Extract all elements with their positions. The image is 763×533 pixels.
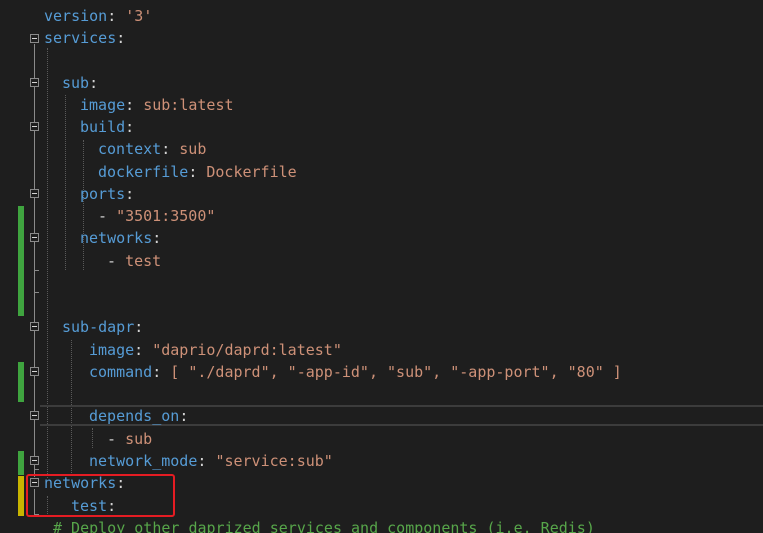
yaml-value: "daprio/daprd:latest" bbox=[152, 341, 342, 359]
yaml-value: [ "./daprd", "-app-id", "sub", "-app-por… bbox=[170, 363, 622, 381]
yaml-sep: : bbox=[161, 140, 180, 158]
yaml-sep: : bbox=[107, 7, 126, 25]
code-editor[interactable]: version: '3' services: sub: image: sub:l… bbox=[0, 0, 763, 533]
yaml-key: version bbox=[44, 7, 108, 25]
yaml-value: '3' bbox=[125, 7, 153, 25]
fold-toggle-command[interactable] bbox=[30, 367, 39, 376]
yaml-sep: : bbox=[197, 452, 216, 470]
yaml-value: Dockerfile bbox=[206, 163, 297, 181]
yaml-key: image bbox=[80, 96, 126, 114]
yaml-value: sub bbox=[179, 140, 207, 158]
indent-guide bbox=[65, 95, 66, 270]
fold-toggle-sub-dapr[interactable] bbox=[30, 322, 39, 331]
yaml-sep: : bbox=[152, 229, 162, 247]
code-line[interactable]: dockerfile: Dockerfile bbox=[98, 161, 297, 183]
yaml-sep: : bbox=[134, 318, 144, 336]
code-line[interactable]: sub: bbox=[62, 72, 98, 94]
fold-toggle-services[interactable] bbox=[30, 34, 39, 43]
yaml-key: depends_on bbox=[89, 407, 180, 425]
indent-guide bbox=[83, 140, 84, 270]
yaml-sep: : bbox=[179, 407, 189, 425]
yaml-dash: - bbox=[107, 430, 126, 448]
code-line[interactable]: depends_on: bbox=[89, 405, 188, 427]
yaml-key: sub-dapr bbox=[62, 318, 135, 336]
code-line[interactable]: # Deploy other daprized services and com… bbox=[53, 517, 595, 533]
fold-toggle-build[interactable] bbox=[30, 122, 39, 131]
yaml-sep: : bbox=[89, 74, 99, 92]
code-line[interactable]: command: [ "./daprd", "-app-id", "sub", … bbox=[89, 361, 622, 383]
indent-guide bbox=[92, 428, 93, 448]
yaml-value: "3501:3500" bbox=[116, 207, 216, 225]
yaml-key: services bbox=[44, 29, 117, 47]
code-line[interactable]: image: sub:latest bbox=[80, 94, 234, 116]
fold-toggle-network-mode[interactable] bbox=[30, 456, 39, 465]
yaml-key: image bbox=[89, 341, 135, 359]
code-line[interactable]: services: bbox=[44, 27, 125, 49]
yaml-key: networks bbox=[80, 229, 153, 247]
fold-end bbox=[34, 270, 39, 271]
yaml-key: network_mode bbox=[89, 452, 198, 470]
code-line[interactable]: image: "daprio/daprd:latest" bbox=[89, 339, 342, 361]
code-line[interactable]: network_mode: "service:sub" bbox=[89, 450, 333, 472]
fold-end bbox=[34, 469, 39, 470]
code-line[interactable]: version: '3' bbox=[44, 5, 152, 27]
yaml-sep: : bbox=[125, 185, 135, 203]
yaml-sep: : bbox=[152, 363, 171, 381]
fold-toggle-depends-on[interactable] bbox=[30, 411, 39, 420]
yaml-value: sub bbox=[125, 430, 153, 448]
fold-toggle-networks[interactable] bbox=[30, 233, 39, 242]
yaml-dash: - bbox=[107, 252, 126, 270]
yaml-key: build bbox=[80, 118, 126, 136]
code-line[interactable]: context: sub bbox=[98, 138, 206, 160]
change-bar bbox=[18, 362, 24, 402]
code-line[interactable]: networks: bbox=[80, 227, 161, 249]
yaml-key: ports bbox=[80, 185, 126, 203]
yaml-sep: : bbox=[125, 96, 144, 114]
code-line[interactable]: ports: bbox=[80, 183, 134, 205]
yaml-value: sub:latest bbox=[143, 96, 234, 114]
change-bar bbox=[18, 206, 24, 316]
yaml-sep: : bbox=[188, 163, 207, 181]
fold-toggle-sub[interactable] bbox=[30, 78, 39, 87]
yaml-key: dockerfile bbox=[98, 163, 189, 181]
code-line[interactable]: - sub bbox=[107, 428, 152, 450]
yaml-value: test bbox=[125, 252, 162, 270]
yaml-sep: : bbox=[116, 29, 126, 47]
yaml-key: context bbox=[98, 140, 162, 158]
yaml-dash: - bbox=[98, 207, 117, 225]
change-bar bbox=[18, 476, 24, 516]
fold-toggle-ports[interactable] bbox=[30, 189, 39, 198]
code-line[interactable]: - test bbox=[107, 250, 161, 272]
yaml-key: sub bbox=[62, 74, 90, 92]
annotation-box bbox=[26, 474, 175, 517]
yaml-sep: : bbox=[134, 341, 153, 359]
yaml-sep: : bbox=[125, 118, 135, 136]
code-line[interactable]: - "3501:3500" bbox=[98, 205, 215, 227]
code-line[interactable]: build: bbox=[80, 116, 134, 138]
yaml-comment: # Deploy other daprized services and com… bbox=[53, 519, 595, 533]
change-bar bbox=[18, 451, 24, 475]
code-line[interactable]: sub-dapr: bbox=[62, 316, 143, 338]
fold-end bbox=[34, 292, 39, 293]
yaml-value: "service:sub" bbox=[215, 452, 333, 470]
yaml-key: command bbox=[89, 363, 153, 381]
